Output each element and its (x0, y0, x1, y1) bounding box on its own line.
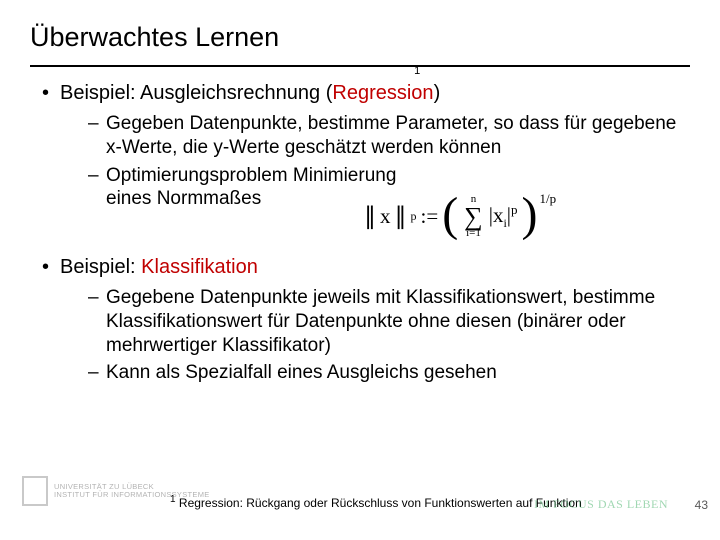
f-sigma: n ∑ i=1 (464, 194, 483, 239)
slide: Überwachtes Lernen Beispiel: Ausgleichsr… (0, 0, 720, 540)
footnote-text: Regression: Rückgang oder Rückschluss vo… (176, 496, 582, 510)
f-outer-pow: 1/p (539, 191, 556, 207)
f-norm-close: ∥ (395, 202, 407, 231)
footnote-marker: 1 (414, 65, 420, 79)
sub-item-1a: Gegeben Datenpunkte, bestimme Parameter,… (88, 112, 690, 160)
f-lhs-sub: p (411, 209, 417, 224)
f-lhs-var: x (380, 204, 391, 229)
sublist-2: Gegebene Datenpunkte jeweils mit Klassif… (60, 286, 690, 385)
b2-keyword: Klassifikation (141, 256, 258, 278)
content: Beispiel: Ausgleichsrechnung (Regression… (30, 81, 690, 385)
sub-item-1b: Optimierungsproblem Minimierung eines No… (88, 164, 408, 212)
f-norm-open: ∥ (364, 202, 376, 231)
b1-prefix: Beispiel: Ausgleichsrechnung ( (60, 82, 332, 104)
bullet-list-2: Beispiel: Klassifikation Gegebene Datenp… (30, 255, 690, 385)
bullet-list-1: Beispiel: Ausgleichsrechnung (Regression… (30, 81, 690, 211)
bullet1-text: Beispiel: Ausgleichsrechnung (Regression… (60, 81, 440, 106)
slide-title: Überwachtes Lernen (30, 22, 690, 63)
f-sum-symbol: ∑ (464, 205, 483, 228)
page-number: 43 (695, 498, 708, 512)
sub-item-2a: Gegebene Datenpunkte jeweils mit Klassif… (88, 286, 690, 357)
b2-prefix: Beispiel: (60, 256, 141, 278)
sub-item-2b: Kann als Spezialfall eines Ausgleichs ge… (88, 361, 690, 385)
footnote: 1 Regression: Rückgang oder Rückschluss … (170, 494, 582, 510)
norm-formula: ∥x∥p := ( n ∑ i=1 |xi|p )1/p (364, 194, 558, 239)
tagline: IM FOCUS DAS LEBEN (534, 497, 668, 512)
b1-suffix: ) (434, 82, 441, 104)
bullet-classification: Beispiel: Klassifikation Gegebene Datenp… (42, 255, 690, 385)
title-rule (30, 65, 690, 67)
bullet-regression: Beispiel: Ausgleichsrechnung (Regression… (42, 81, 690, 211)
f-term-pow: p (511, 202, 518, 217)
logo-icon (22, 476, 48, 506)
b1-keyword: Regression (332, 82, 433, 104)
f-term-var: x (493, 203, 504, 227)
f-sum-bot: i=1 (466, 228, 481, 239)
f-assign: := (421, 204, 439, 229)
